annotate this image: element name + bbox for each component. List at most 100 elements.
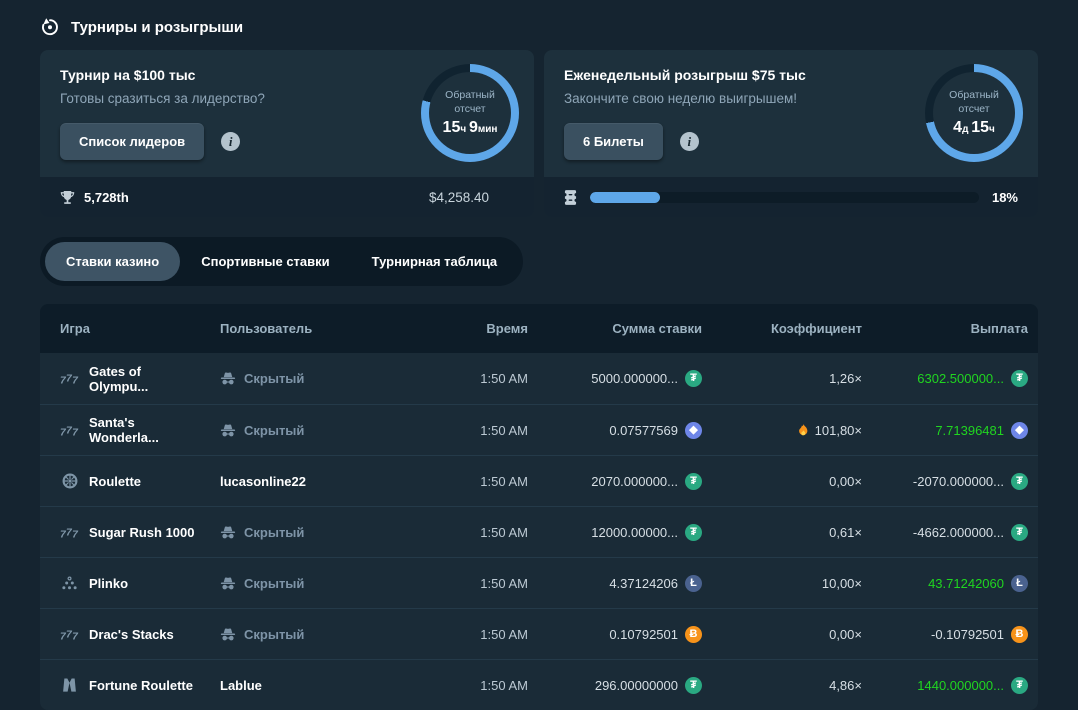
usdt-coin-icon: ₮ [685,677,702,694]
bet-amount: 0.07577569 ◆ [528,422,702,439]
col-user: Пользователь [200,321,368,336]
page-header: Турниры и розыгрыши [40,0,1038,50]
username: Скрытый [244,627,304,642]
bet-payout: -0.10792501 Ƀ [862,626,1028,643]
col-bet-amount: Сумма ставки [528,321,702,336]
svg-text:7: 7 [72,427,79,437]
tournament-prize: $4,258.40 [429,190,489,205]
bet-amount: 12000.00000... ₮ [528,524,702,541]
username: Скрытый [244,423,304,438]
slots-icon: 777 [60,371,79,386]
game-cell[interactable]: 777 Santa's Wonderla... [40,415,200,445]
table-row[interactable]: Fortune Roulette Lablue 1:50 AM 296.0000… [40,659,1038,710]
bet-payout: 6302.500000... ₮ [862,370,1028,387]
incognito-icon [220,424,236,437]
svg-text:7: 7 [72,631,79,641]
game-name: Roulette [89,474,141,489]
user-cell[interactable]: Скрытый [200,371,368,386]
raffle-progress-percent: 18% [992,190,1018,205]
tab-sports-bets[interactable]: Спортивные ставки [180,242,350,281]
bet-time: 1:50 AM [368,627,528,642]
tournaments-icon [40,17,60,37]
col-multiplier: Коэффициент [702,321,862,336]
game-cell[interactable]: 777 Gates of Olympu... [40,364,200,394]
countdown-label: Обратный отсчет [943,89,1005,116]
bet-payout: 43.71242060 Ł [862,575,1028,592]
game-name: Fortune Roulette [89,678,193,693]
info-icon[interactable]: i [221,132,240,151]
user-cell[interactable]: Lablue [200,678,368,693]
bet-multiplier: 0,00× [702,627,862,642]
bet-amount: 4.37124206 Ł [528,575,702,592]
countdown-value: 4д 15ч [953,119,995,137]
raffle-progress-fill [590,192,660,203]
bet-multiplier: 1,26× [702,371,862,386]
bet-time: 1:50 AM [368,576,528,591]
countdown-ring: Обратный отсчет 4д 15ч [925,64,1023,162]
countdown-label: Обратный отсчет [439,89,501,116]
usdt-coin-icon: ₮ [685,473,702,490]
slots-icon: 777 [60,423,79,438]
bets-table: Игра Пользователь Время Сумма ставки Коэ… [40,304,1038,710]
col-time: Время [368,321,528,336]
table-row[interactable]: 777 Sugar Rush 1000 Скрытый 1:50 AM 1200… [40,506,1038,557]
table-row[interactable]: Roulette lucasonline22 1:50 AM 2070.0000… [40,455,1038,506]
roulette-icon [60,473,79,489]
bet-payout: 1440.000000... ₮ [862,677,1028,694]
eth-coin-icon: ◆ [1011,422,1028,439]
username: Скрытый [244,525,304,540]
game-name: Santa's Wonderla... [89,415,200,445]
col-payout: Выплата [862,321,1028,336]
username: Скрытый [244,371,304,386]
bet-multiplier: 0,61× [702,525,862,540]
raffle-card: Еженедельный розыгрыш $75 тыс Закончите … [544,50,1038,217]
info-icon[interactable]: i [680,132,699,151]
btc-coin-icon: Ƀ [685,626,702,643]
tournament-rank: 5,728th [84,190,129,205]
usdt-coin-icon: ₮ [1011,677,1028,694]
incognito-icon [220,526,236,539]
ticket-icon [564,190,577,205]
game-cell[interactable]: 777 Drac's Stacks [40,627,200,642]
promo-cards: Турнир на $100 тыс Готовы сразиться за л… [40,50,1038,217]
user-cell[interactable]: Скрытый [200,423,368,438]
eth-coin-icon: ◆ [685,422,702,439]
plinko-icon [60,576,79,590]
game-cell[interactable]: Roulette [40,473,200,489]
username: Скрытый [244,576,304,591]
table-row[interactable]: Plinko Скрытый 1:50 AM 4.37124206 Ł 10,0… [40,557,1038,608]
raffle-footer: 18% [544,177,1038,217]
svg-text:7: 7 [72,529,79,539]
bet-amount: 5000.000000... ₮ [528,370,702,387]
table-header: Игра Пользователь Время Сумма ставки Коэ… [40,304,1038,353]
bet-payout: 7.71396481 ◆ [862,422,1028,439]
leaderboard-button[interactable]: Список лидеров [60,123,204,160]
btc-coin-icon: Ƀ [1011,626,1028,643]
table-body: 777 Gates of Olympu... Скрытый 1:50 AM 5… [40,353,1038,710]
bet-time: 1:50 AM [368,474,528,489]
table-row[interactable]: 777 Drac's Stacks Скрытый 1:50 AM 0.1079… [40,608,1038,659]
game-cell[interactable]: 777 Sugar Rush 1000 [40,525,200,540]
user-cell[interactable]: Скрытый [200,576,368,591]
user-cell[interactable]: Скрытый [200,525,368,540]
tab-casino-bets[interactable]: Ставки казино [45,242,180,281]
countdown-value: 15ч 9мин [443,119,498,137]
table-row[interactable]: 777 Santa's Wonderla... Скрытый 1:50 AM … [40,404,1038,455]
usdt-coin-icon: ₮ [1011,370,1028,387]
usdt-coin-icon: ₮ [1011,524,1028,541]
user-cell[interactable]: Скрытый [200,627,368,642]
tournament-card: Турнир на $100 тыс Готовы сразиться за л… [40,50,534,217]
game-name: Plinko [89,576,128,591]
user-cell[interactable]: lucasonline22 [200,474,368,489]
bet-time: 1:50 AM [368,423,528,438]
usd-coin-icon [497,189,514,206]
table-row[interactable]: 777 Gates of Olympu... Скрытый 1:50 AM 5… [40,353,1038,404]
game-cell[interactable]: Fortune Roulette [40,678,200,693]
game-cell[interactable]: Plinko [40,576,200,591]
svg-text:7: 7 [72,376,79,386]
bet-time: 1:50 AM [368,525,528,540]
tickets-button[interactable]: 6 Билеты [564,123,663,160]
tab-tournament-table[interactable]: Турнирная таблица [351,242,518,281]
raffle-progress-track [590,192,979,203]
tournament-footer: 5,728th $4,258.40 [40,177,534,217]
